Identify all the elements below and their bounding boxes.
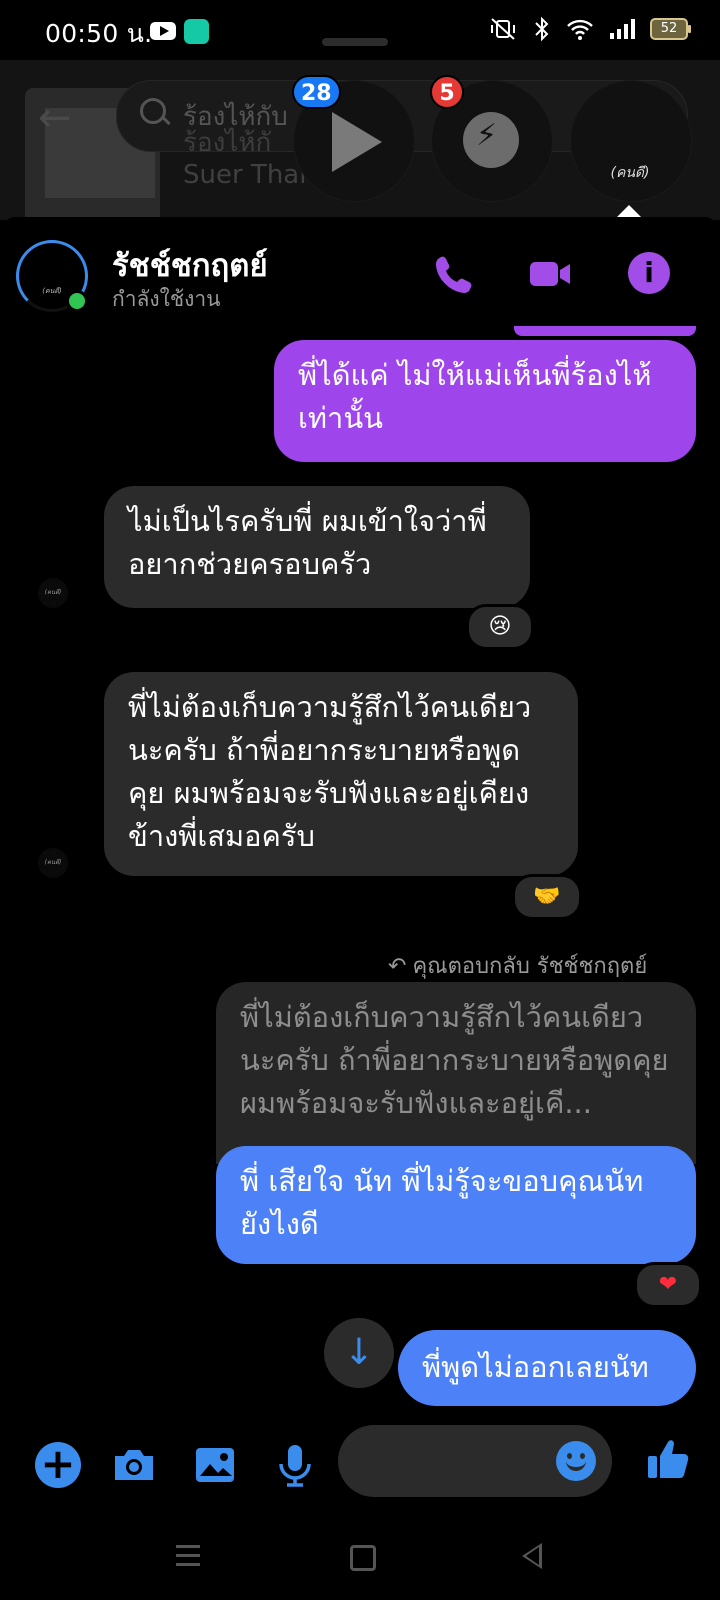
camera-icon[interactable] bbox=[111, 1442, 157, 1488]
phone-call-icon[interactable] bbox=[432, 252, 476, 296]
drag-handle[interactable] bbox=[322, 38, 388, 46]
quoted-message[interactable]: พี่ไม่ต้องเก็บความรู้สึกไว้คนเดียวนะครับ… bbox=[216, 982, 696, 1164]
message-bubble-sent[interactable]: พี่ได้แค่ ไม่ให้แม่เห็นพี่ร้องไห้เท่านั้… bbox=[274, 340, 696, 462]
contact-status: กำลังใช้งาน bbox=[112, 287, 221, 311]
emoji-icon[interactable] bbox=[556, 1441, 596, 1481]
add-icon[interactable]: + bbox=[35, 1442, 81, 1488]
video-call-icon[interactable] bbox=[528, 252, 572, 296]
sender-avatar[interactable]: (คนดี) bbox=[38, 848, 68, 878]
reaction-badge[interactable]: 🤝 bbox=[512, 874, 582, 920]
microphone-icon[interactable] bbox=[272, 1442, 318, 1488]
online-indicator bbox=[66, 290, 88, 312]
sender-avatar[interactable]: (คนดี) bbox=[38, 578, 68, 608]
song-title: ร้องไห้กั bbox=[183, 128, 272, 158]
messenger-icon bbox=[463, 112, 519, 168]
vibrate-mute-icon bbox=[491, 18, 515, 40]
active-chat-head-caret bbox=[617, 205, 641, 217]
reply-arrow-icon: ↶ bbox=[388, 954, 407, 979]
message-bubble-sent[interactable]: พี่พูดไม่ออกเลยนัท bbox=[398, 1330, 696, 1406]
play-icon bbox=[332, 112, 382, 172]
scroll-to-bottom-button[interactable]: ↓ bbox=[324, 1318, 394, 1388]
reply-label: ↶ คุณตอบกลับ รัชช์ชกฤตย์ bbox=[388, 948, 647, 983]
search-icon bbox=[140, 98, 166, 124]
recent-apps-button[interactable] bbox=[176, 1545, 200, 1572]
gallery-icon[interactable] bbox=[192, 1442, 238, 1488]
info-icon[interactable]: i bbox=[628, 252, 670, 294]
message-bubble-sent[interactable]: พี่ เสียใจ นัท พี่ไม่รู้จะขอบคุณนัทยังไง… bbox=[216, 1146, 696, 1264]
thumbs-up-icon[interactable] bbox=[646, 1436, 692, 1482]
wifi-icon bbox=[567, 19, 593, 40]
unread-badge: 5 bbox=[430, 75, 464, 109]
message-bubble-received[interactable]: ไม่เป็นไรครับพี่ ผมเข้าใจว่าพี่อยากช่วยค… bbox=[104, 486, 530, 608]
reaction-badge[interactable]: 😢 bbox=[466, 604, 534, 650]
home-button[interactable] bbox=[350, 1545, 376, 1571]
message-bubble-received[interactable]: พี่ไม่ต้องเก็บความรู้สึกไว้คนเดียวนะครับ… bbox=[104, 672, 578, 876]
fitness-app-notification-icon bbox=[184, 19, 209, 44]
reaction-heart[interactable]: ❤ bbox=[634, 1262, 702, 1308]
back-arrow-icon[interactable]: ← bbox=[38, 95, 72, 141]
reply-label-text: คุณตอบกลับ รัชช์ชกฤตย์ bbox=[412, 954, 648, 979]
status-icons: 52 bbox=[488, 16, 691, 42]
chat-head-contact-label: (คนดี) bbox=[610, 165, 650, 181]
bluetooth-icon bbox=[535, 16, 549, 42]
signal-icon bbox=[610, 19, 635, 39]
previous-message-edge bbox=[514, 326, 696, 336]
back-button[interactable] bbox=[522, 1543, 542, 1569]
unread-badge: 28 bbox=[292, 75, 341, 109]
battery-indicator: 52 bbox=[650, 18, 691, 40]
song-artist: Suer Thai bbox=[183, 160, 307, 190]
youtube-notification-icon bbox=[150, 22, 176, 40]
status-time: 00:50 น. bbox=[45, 19, 153, 48]
